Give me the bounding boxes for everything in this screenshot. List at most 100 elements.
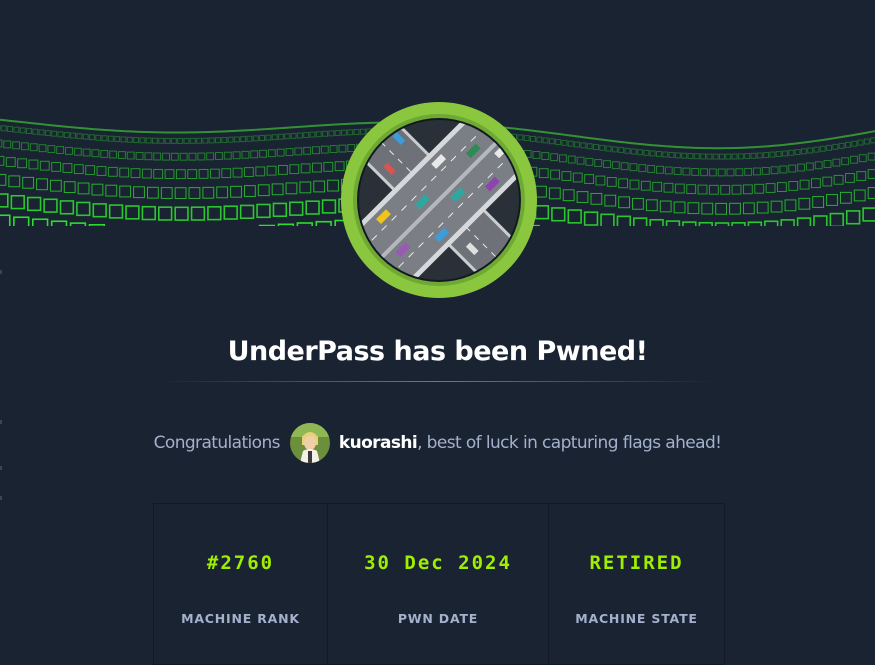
username-link[interactable]: kuorashi xyxy=(339,433,417,453)
banner-cube xyxy=(669,152,674,157)
banner-cube xyxy=(175,207,188,220)
banner-cube xyxy=(813,197,824,208)
banner-cube xyxy=(165,138,170,143)
banner-cube xyxy=(39,130,44,135)
banner-cube xyxy=(163,153,170,160)
page-title: UnderPass has been Pwned! xyxy=(0,336,875,367)
banner-cube xyxy=(857,172,866,181)
banner-cube xyxy=(161,188,172,199)
banner-cube xyxy=(762,167,769,174)
banner-cube xyxy=(256,167,265,176)
banner-cube xyxy=(577,157,584,164)
banner-cube xyxy=(798,218,811,226)
banner-cube xyxy=(64,133,69,138)
banner-cube xyxy=(641,181,650,190)
banner-cube xyxy=(14,217,29,226)
banner-cube xyxy=(328,180,339,191)
banner-cube xyxy=(146,138,151,143)
banner-cube xyxy=(806,163,813,170)
banner-cube xyxy=(765,221,778,226)
banner-cube xyxy=(674,202,685,213)
banner-cube xyxy=(630,180,639,189)
banner-cube xyxy=(27,129,32,134)
banner-cube xyxy=(285,134,290,139)
banner-cube xyxy=(754,168,761,175)
banner-cube xyxy=(301,164,310,173)
banner-cube xyxy=(594,145,599,150)
user-avatar[interactable] xyxy=(290,423,330,463)
banner-cube xyxy=(33,219,48,226)
banner-cube xyxy=(776,152,781,157)
banner-cube xyxy=(789,150,794,155)
banner-cube xyxy=(126,206,139,219)
banner-cube xyxy=(279,165,288,174)
banner-cube xyxy=(851,156,858,163)
banner-cube xyxy=(815,162,822,169)
banner-cube xyxy=(217,187,228,198)
banner-cube xyxy=(241,137,246,142)
banner-cube xyxy=(639,165,646,172)
banner-cube xyxy=(86,166,95,175)
banner-cube xyxy=(586,158,593,165)
machine-avatar xyxy=(341,102,537,298)
banner-cube xyxy=(833,144,838,149)
banner-cube xyxy=(644,150,649,155)
banner-cube xyxy=(846,142,851,147)
banner-cube xyxy=(279,134,284,139)
banner-cube xyxy=(291,133,296,138)
banner-cube xyxy=(551,154,558,161)
banner-cube xyxy=(587,144,592,149)
banner-cube xyxy=(106,185,117,196)
banner-cube xyxy=(748,222,761,226)
banner-cube xyxy=(272,184,283,195)
banner-cube xyxy=(266,135,271,140)
banner-cube xyxy=(30,144,37,151)
banner-cube xyxy=(234,137,239,142)
machine-rank-label: MACHINE RANK xyxy=(154,611,327,626)
banner-cube xyxy=(757,153,762,158)
banner-cube xyxy=(716,223,729,226)
banner-cube xyxy=(77,134,82,139)
banner-cube xyxy=(664,183,673,192)
banner-cube xyxy=(542,153,549,160)
banner-cube xyxy=(33,129,38,134)
banner-cube xyxy=(563,190,574,201)
banner-cube xyxy=(846,174,855,183)
banner-cube xyxy=(44,199,57,212)
banner-cube xyxy=(71,133,76,138)
banner-cube xyxy=(871,138,875,143)
banner-cube xyxy=(92,184,103,195)
banner-cube xyxy=(617,216,630,226)
banner-cube xyxy=(37,179,48,190)
banner-cube xyxy=(646,200,657,211)
banner-cube xyxy=(11,196,24,209)
banner-cube xyxy=(858,140,863,145)
banner-cube xyxy=(45,131,50,136)
banner-cube xyxy=(313,147,320,154)
banner-cube xyxy=(716,203,727,214)
banner-cube xyxy=(864,139,869,144)
banner-cube xyxy=(120,186,131,197)
banner-cube xyxy=(536,186,547,197)
banner-cube xyxy=(189,153,196,160)
banner-cube xyxy=(74,148,81,155)
banner-cube xyxy=(751,153,756,158)
banner-cube xyxy=(736,169,743,176)
banner-cube xyxy=(630,164,637,171)
banner-cube xyxy=(145,153,152,160)
banner-cube xyxy=(549,139,554,144)
banner-cube xyxy=(621,163,628,170)
banner-cube xyxy=(314,181,325,192)
banner-cube xyxy=(335,131,340,136)
banner-cube xyxy=(14,127,19,132)
banner-cube xyxy=(859,155,866,162)
banner-cube xyxy=(40,161,49,170)
banner-cube xyxy=(606,146,611,151)
banner-cube xyxy=(233,168,242,177)
banner-cube xyxy=(300,182,311,193)
banner-cube xyxy=(97,167,106,176)
banner-cube xyxy=(764,153,769,158)
banner-cube xyxy=(536,206,549,219)
banner-cube xyxy=(108,136,113,141)
banner-cube xyxy=(48,146,55,153)
